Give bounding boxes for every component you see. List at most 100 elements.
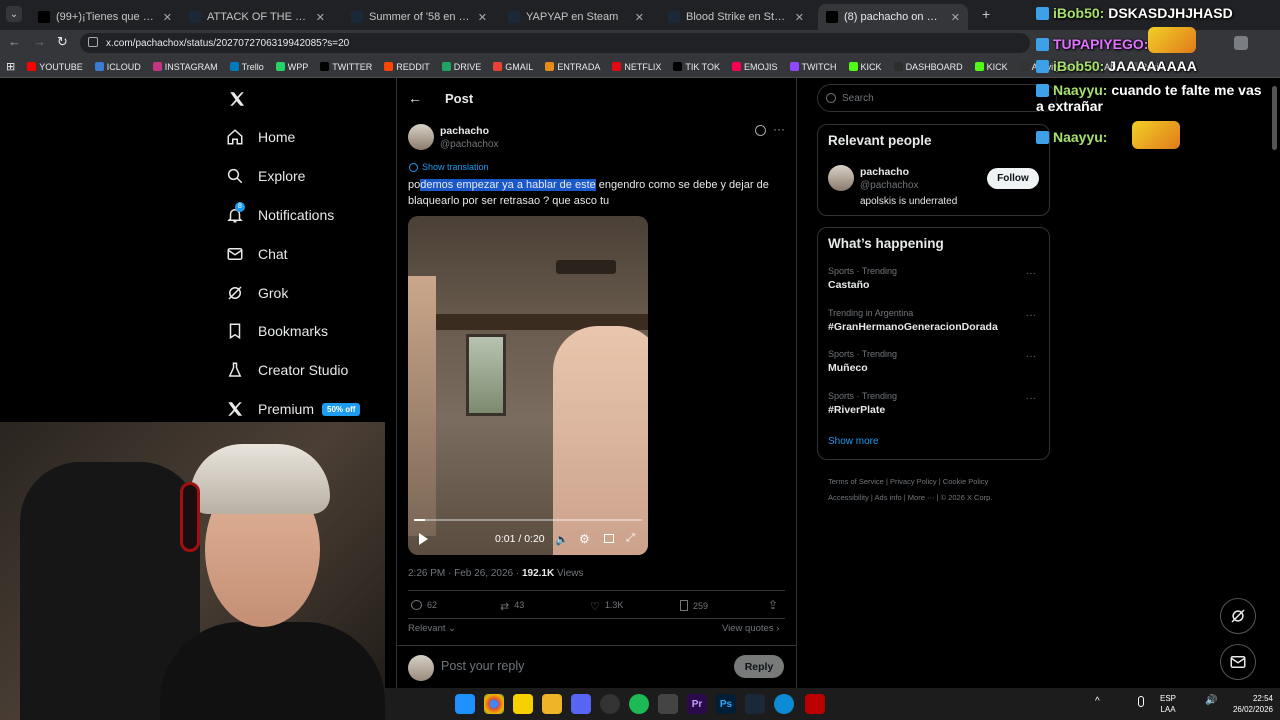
video-progress-track[interactable] <box>414 519 642 521</box>
trend-item[interactable]: Sports · Trending #RiverPlate <box>828 391 897 416</box>
nav-creator-studio[interactable]: Creator Studio <box>226 361 348 379</box>
trend-more-icon[interactable]: ··· <box>1026 310 1036 321</box>
bookmark-item[interactable]: DASHBOARD <box>888 62 969 72</box>
relevant-dropdown[interactable]: Relevant ⌄ <box>408 623 456 634</box>
author-avatar[interactable] <box>408 124 434 150</box>
app-icon[interactable] <box>658 694 678 714</box>
footer-link[interactable]: More ··· <box>908 493 935 502</box>
trend-item[interactable]: Trending in Argentina #GranHermanoGenerac… <box>828 308 998 333</box>
close-tab-icon[interactable]: ✕ <box>163 11 172 24</box>
bookmark-item[interactable]: ICLOUD <box>89 62 147 72</box>
bookmark-item[interactable]: DRIVE <box>436 62 488 72</box>
close-tab-icon[interactable]: ✕ <box>478 11 487 24</box>
close-tab-icon[interactable]: ✕ <box>635 11 644 24</box>
post-video[interactable]: 0:01 / 0:20 🔈 ⚙ ⤢ <box>408 216 648 555</box>
close-tab-icon[interactable]: ✕ <box>795 11 804 24</box>
discord-icon[interactable] <box>571 694 591 714</box>
bookmark-item[interactable]: Trello <box>224 62 270 72</box>
grok-post-icon[interactable] <box>755 125 766 136</box>
new-tab-button[interactable]: + <box>982 6 990 22</box>
bookmark-item[interactable]: WPP <box>270 62 315 72</box>
forward-icon[interactable]: → <box>33 34 46 49</box>
trend-item[interactable]: Sports · Trending Castaño <box>828 266 897 291</box>
show-more-link[interactable]: Show more <box>828 436 879 447</box>
footer-link[interactable]: Cookie Policy <box>943 477 988 486</box>
bookmark-item[interactable]: TIK TOK <box>667 62 726 72</box>
bookmark-item[interactable]: TWITCH <box>784 62 843 72</box>
back-arrow-icon[interactable]: ← <box>408 90 422 106</box>
tray-chevron-icon[interactable]: ^ <box>1095 696 1100 707</box>
bookmark-item[interactable]: REDDIT <box>378 62 436 72</box>
fullscreen-icon[interactable]: ⤢ <box>626 532 635 545</box>
nav-home[interactable]: Home <box>226 128 295 146</box>
relevant-person-name[interactable]: pachacho <box>860 166 909 178</box>
bookmark-item[interactable]: KICK <box>843 62 888 72</box>
bookmark-item[interactable]: EMOJIS <box>726 62 784 72</box>
browser-tab[interactable]: (99+)¡Tienes que volver, Guille! ✕ <box>30 4 180 30</box>
edge-icon[interactable] <box>774 694 794 714</box>
play-icon[interactable] <box>419 533 428 545</box>
author-handle[interactable]: @pachachox <box>440 139 499 150</box>
like-action[interactable]: ♡ 1.3K <box>590 600 623 613</box>
trend-item[interactable]: Sports · Trending Muñeco <box>828 349 897 374</box>
messages-floating-button[interactable] <box>1220 644 1256 680</box>
author-name[interactable]: pachacho <box>440 125 489 137</box>
chrome-icon[interactable] <box>484 694 504 714</box>
nav-chat[interactable]: Chat <box>226 245 288 263</box>
follow-button[interactable]: Follow <box>987 168 1039 189</box>
spotify-icon[interactable] <box>629 694 649 714</box>
volume-icon[interactable]: 🔈 <box>555 533 569 546</box>
notes-icon[interactable] <box>513 694 533 714</box>
language-indicator[interactable]: ESP LAA <box>1160 693 1176 715</box>
steam-taskbar-icon[interactable] <box>745 694 765 714</box>
relevant-person-handle[interactable]: @pachachox <box>860 180 919 191</box>
mic-icon[interactable] <box>1138 696 1144 707</box>
browser-tab[interactable]: ATTACK OF THE EVIL POOP en ✕ <box>181 4 333 30</box>
nav-explore[interactable]: Explore <box>226 167 305 185</box>
bookmark-item[interactable]: NETFLIX <box>606 62 667 72</box>
share-icon[interactable]: ⇪ <box>768 598 778 612</box>
reload-icon[interactable]: ↻ <box>57 34 68 50</box>
obs-icon[interactable] <box>600 694 620 714</box>
show-translation-link[interactable]: Show translation <box>422 162 489 172</box>
site-info-icon[interactable] <box>88 37 98 47</box>
nav-premium[interactable]: Premium 50% off <box>226 400 361 418</box>
grok-floating-button[interactable] <box>1220 598 1256 634</box>
volume-tray-icon[interactable]: 🔊 <box>1205 695 1217 706</box>
relevant-person-avatar[interactable] <box>828 165 854 191</box>
bookmark-action[interactable]: 259 <box>680 600 708 611</box>
premiere-icon[interactable]: Pr <box>687 694 707 714</box>
app2-icon[interactable] <box>805 694 825 714</box>
photoshop-icon[interactable]: Ps <box>716 694 736 714</box>
view-quotes-link[interactable]: View quotes › <box>722 623 779 634</box>
bookmark-item[interactable]: GMAIL <box>487 62 539 72</box>
tab-search-button[interactable]: ⌄ <box>6 6 22 22</box>
post-timestamp[interactable]: 2:26 PM · Feb 26, 2026 · <box>408 568 519 579</box>
footer-link[interactable]: Accessibility <box>828 493 869 502</box>
footer-link[interactable]: Terms of Service <box>828 477 884 486</box>
nav-notifications[interactable]: 8 Notifications <box>226 202 334 224</box>
browser-tab[interactable]: (8) pachacho on X: "podemos e ✕ <box>818 4 968 30</box>
reply-action[interactable]: 62 <box>411 600 437 610</box>
back-icon[interactable]: ← <box>8 34 21 49</box>
bookmark-item[interactable]: INSTAGRAM <box>147 62 224 72</box>
browser-tab[interactable]: Summer of '58 en Steam ✕ <box>343 4 495 30</box>
settings-icon[interactable]: ⚙ <box>579 532 590 546</box>
more-options-icon[interactable]: ··· <box>773 122 785 136</box>
pip-icon[interactable] <box>604 534 614 543</box>
bookmark-item[interactable]: TWITTER <box>314 62 378 72</box>
bookmark-item[interactable]: YOUTUBE <box>21 62 89 72</box>
close-tab-icon[interactable]: ✕ <box>951 11 960 24</box>
address-bar[interactable]: x.com/pachachox/status/20270727063199420… <box>80 33 1030 53</box>
apps-icon[interactable]: ⊞ <box>0 60 21 73</box>
clock[interactable]: 22:54 26/02/2026 <box>1223 693 1273 715</box>
search-bar[interactable]: Search <box>817 84 1057 112</box>
trend-more-icon[interactable]: ··· <box>1026 351 1036 362</box>
windows-start-icon[interactable] <box>455 694 475 714</box>
reply-input[interactable]: Post your reply <box>441 659 524 673</box>
browser-tab[interactable]: YAPYAP en Steam ✕ <box>500 4 652 30</box>
nav-grok[interactable]: Grok <box>226 284 288 302</box>
footer-link[interactable]: Privacy Policy <box>890 477 937 486</box>
browser-tab[interactable]: Blood Strike en Steam ✕ <box>660 4 812 30</box>
folder-icon[interactable] <box>542 694 562 714</box>
